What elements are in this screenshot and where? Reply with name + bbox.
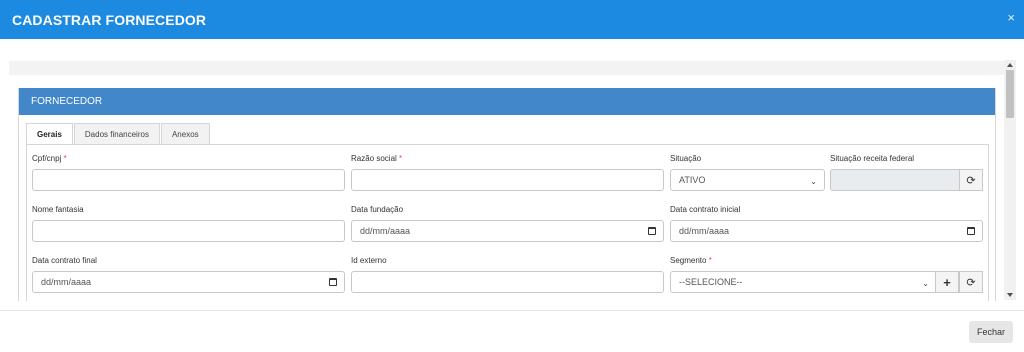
scroll-up-icon[interactable] [1007,63,1013,67]
chevron-down-icon: ⌄ [810,177,817,186]
calendar-icon[interactable] [648,227,656,235]
data-contrato-inicial-placeholder: dd/mm/aaaa [679,226,730,236]
required-mark: * [399,154,403,163]
segmento-label: Segmento * [670,256,712,265]
data-fundacao-placeholder: dd/mm/aaaa [360,226,411,236]
razao-social-label-text: Razão social [351,154,397,163]
cpf-cnpj-label-text: Cpf/cnpj [32,154,62,163]
situacao-value: ATIVO [679,175,706,185]
cpf-cnpj-input[interactable] [32,169,345,191]
data-fundacao-input[interactable]: dd/mm/aaaa [351,220,664,242]
data-contrato-inicial-label: Data contrato inicial [670,205,741,214]
modal-header: CADASTRAR FORNECEDOR × [0,0,1024,39]
situacao-receita-label: Situação receita federal [830,154,915,163]
refresh-icon: ⟳ [966,174,976,187]
required-mark: * [63,154,67,163]
id-externo-input[interactable] [351,271,664,293]
calendar-icon[interactable] [967,227,975,235]
data-contrato-final-input[interactable]: dd/mm/aaaa [32,271,345,293]
situacao-receita-input [830,169,962,191]
required-mark: * [708,256,712,265]
razao-social-label: Razão social * [351,154,402,163]
data-fundacao-label: Data fundação [351,205,404,214]
refresh-receita-button[interactable]: ⟳ [959,169,983,191]
refresh-icon: ⟳ [966,276,976,289]
segmento-label-text: Segmento [670,256,707,265]
tab-bar: Gerais Dados financeiros Anexos [26,123,211,145]
vertical-scrollbar[interactable] [1004,60,1016,300]
close-button[interactable]: Fechar [969,321,1013,343]
id-externo-label: Id externo [351,256,387,265]
scroll-down-icon[interactable] [1007,293,1013,297]
chevron-down-icon: ⌄ [922,279,929,288]
tab-gerais[interactable]: Gerais [26,123,73,145]
fornecedor-panel: FORNECEDOR Gerais Dados financeiros Anex… [18,88,996,301]
data-contrato-final-placeholder: dd/mm/aaaa [41,277,92,287]
add-segmento-button[interactable]: + [935,271,959,293]
situacao-label: Situação [670,154,702,163]
razao-social-input[interactable] [351,169,664,191]
modal-body: FORNECEDOR Gerais Dados financeiros Anex… [0,39,1024,301]
panel-heading: FORNECEDOR [19,88,995,115]
tab-content: Cpf/cnpj * Razão social * Situação ATIVO… [26,144,989,301]
modal-dialog: CADASTRAR FORNECEDOR × FORNECEDOR Gerais… [0,0,1024,352]
nome-fantasia-input[interactable] [32,220,345,242]
scroll-thumb[interactable] [1006,70,1014,118]
cpf-cnpj-label: Cpf/cnpj * [32,154,67,163]
plus-icon: + [943,274,951,290]
modal-footer: Fechar [0,310,1024,352]
tab-dados-financeiros[interactable]: Dados financeiros [73,123,160,144]
tab-anexos[interactable]: Anexos [160,123,210,144]
refresh-segmento-button[interactable]: ⟳ [959,271,983,293]
nome-fantasia-label: Nome fantasia [32,205,84,214]
data-contrato-inicial-input[interactable]: dd/mm/aaaa [670,220,983,242]
calendar-icon[interactable] [329,278,337,286]
segmento-value: --SELECIONE-- [679,277,743,287]
close-icon[interactable]: × [1007,10,1015,26]
situacao-select[interactable]: ATIVO ⌄ [670,169,825,191]
top-strip [9,61,1004,75]
modal-title: CADASTRAR FORNECEDOR [12,11,207,28]
data-contrato-final-label: Data contrato final [32,256,97,265]
segmento-select[interactable]: --SELECIONE-- ⌄ [670,271,937,293]
